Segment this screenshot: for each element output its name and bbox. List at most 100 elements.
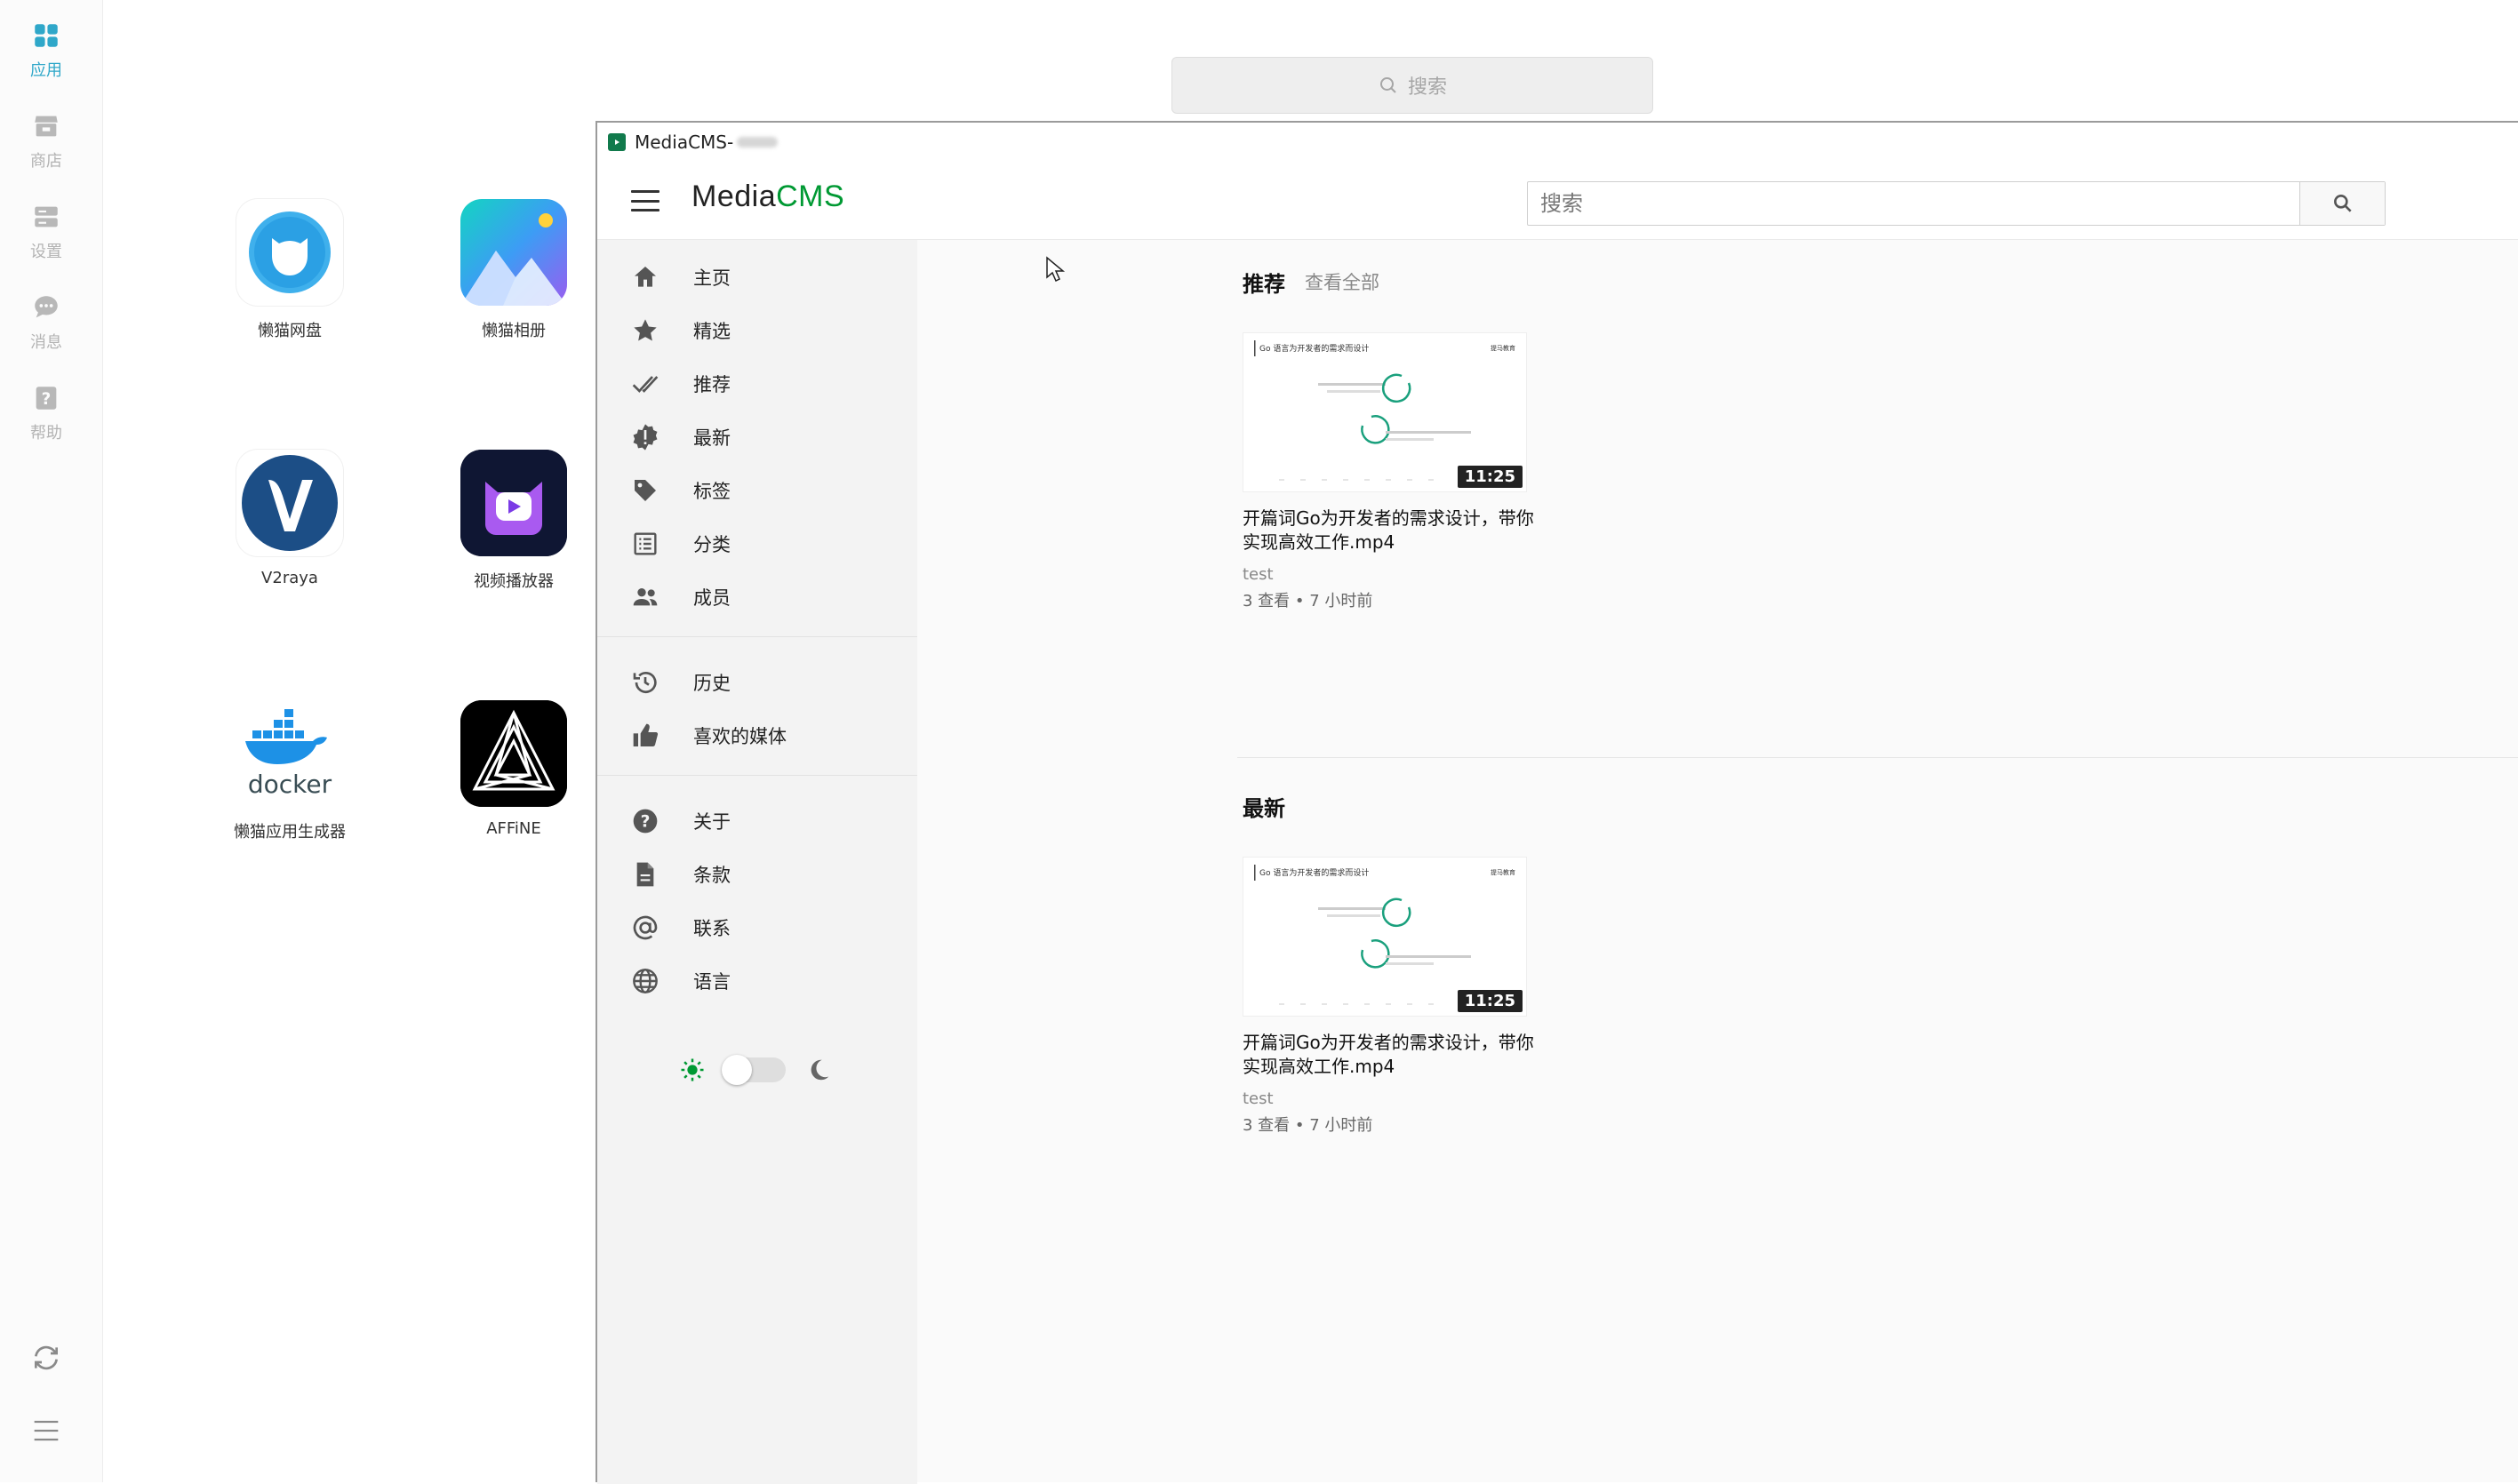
search-input[interactable] (1528, 182, 2298, 225)
people-icon (629, 581, 661, 613)
sidebar-item-label: 精选 (693, 321, 731, 342)
sidebar-item-tags[interactable]: 标签 (597, 466, 917, 515)
video-player-icon (460, 450, 567, 556)
video-title[interactable]: 开篇词Go为开发者的需求设计，带你实现高效工作.mp4 (1243, 1031, 1536, 1079)
video-title[interactable]: 开篇词Go为开发者的需求设计，带你实现高效工作.mp4 (1243, 507, 1536, 555)
sidebar-item-history[interactable]: 历史 (597, 658, 917, 707)
hamburger-line (631, 199, 659, 203)
globe-icon (629, 965, 661, 997)
search-icon (2333, 195, 2352, 212)
desktop-search-bar[interactable]: 搜索 (1171, 57, 1653, 114)
affine-icon (460, 700, 567, 807)
main-content: 推荐 查看全部 Go 语言为开发者的需求而设计 提马教育 11:25 开篇词Go… (917, 240, 2518, 1484)
menu-toggle-button[interactable] (628, 185, 663, 217)
rail-item-messages[interactable]: 消息 (0, 283, 92, 363)
app-label: 懒猫网盘 (258, 322, 322, 340)
question-icon: ? (629, 805, 661, 837)
sidebar-item-label: 分类 (693, 534, 731, 555)
sidebar-item-label: 联系 (693, 918, 731, 939)
sidebar-item-contact[interactable]: 联系 (597, 903, 917, 953)
svg-text:docker: docker (248, 770, 332, 799)
app-v2raya[interactable]: V2raya (201, 450, 379, 627)
sidebar-item-about[interactable]: ? 关于 (597, 796, 917, 846)
sidebar-item-latest[interactable]: 最新 (597, 412, 917, 462)
video-author[interactable]: test (1243, 1089, 1274, 1108)
sidebar-item-label: 最新 (693, 427, 731, 449)
sidebar-item-home[interactable]: 主页 (597, 252, 917, 302)
blurred-title-suffix (737, 137, 779, 148)
desktop-search-placeholder: 搜索 (1407, 76, 1447, 99)
mouse-cursor-icon (1046, 256, 1066, 283)
rail-item-settings[interactable]: 设置 (0, 192, 92, 272)
menu-button[interactable] (27, 1411, 66, 1450)
app-sidebar: 主页 精选 推荐 最新 标签 分类 成员 历史 喜欢的媒体 ? 关于 条款 联系… (597, 240, 917, 1484)
sidebar-item-label: 条款 (693, 865, 731, 886)
rail-label: 消息 (30, 333, 62, 352)
app-label: 视频播放器 (474, 572, 554, 591)
theme-switch (677, 1052, 846, 1088)
sidebar-item-language[interactable]: 语言 (597, 956, 917, 1006)
store-icon (35, 116, 58, 137)
desktop-sidebar: 应用 商店 设置 消息 ? 帮助 (0, 0, 103, 1482)
app-video-player[interactable]: 视频播放器 (425, 450, 603, 627)
sidebar-item-label: 标签 (693, 481, 731, 502)
sidebar-item-label: 主页 (693, 267, 731, 289)
app-lazycat-drive[interactable]: 懒猫网盘 (201, 199, 379, 377)
document-icon (629, 858, 661, 890)
v2raya-icon (236, 450, 343, 556)
sidebar-item-terms[interactable]: 条款 (597, 850, 917, 899)
rail-label: 应用 (30, 61, 62, 80)
window-title: MediaCMS- (635, 132, 734, 153)
search-button[interactable] (2299, 182, 2385, 225)
sidebar-item-liked-media[interactable]: 喜欢的媒体 (597, 711, 917, 761)
hamburger-line (631, 209, 659, 211)
double-check-icon (629, 368, 661, 400)
sidebar-item-members[interactable]: 成员 (597, 572, 917, 622)
rail-item-help[interactable]: ? 帮助 (0, 373, 92, 453)
video-thumbnail[interactable]: Go 语言为开发者的需求而设计 提马教育 11:25 (1243, 857, 1527, 1017)
refresh-button[interactable] (27, 1338, 66, 1377)
sidebar-item-label: 语言 (693, 971, 731, 993)
app-lazycat-app-builder[interactable]: docker 懒猫应用生成器 (201, 700, 379, 878)
rail-item-apps[interactable]: 应用 (0, 11, 92, 91)
sidebar-item-categories[interactable]: 分类 (597, 519, 917, 569)
list-icon (629, 528, 661, 560)
mediacms-logo[interactable]: MediaCMS (691, 180, 844, 214)
mediacms-app-icon (608, 133, 626, 151)
rail-label: 设置 (30, 243, 62, 261)
app-label: 懒猫应用生成器 (234, 823, 346, 842)
rail-label: 商店 (30, 152, 62, 171)
view-all-link[interactable]: 查看全部 (1305, 268, 1379, 295)
logo-cms-text: CMS (776, 180, 845, 213)
app-label: AFFiNE (486, 819, 541, 838)
sidebar-divider (597, 1020, 917, 1021)
history-icon (629, 666, 661, 698)
sidebar-item-label: 喜欢的媒体 (693, 726, 787, 747)
video-card[interactable]: Go 语言为开发者的需求而设计 提马教育 11:25 开篇词Go为开发者的需求设… (1243, 332, 1534, 617)
video-card[interactable]: Go 语言为开发者的需求而设计 提马教育 11:25 开篇词Go为开发者的需求设… (1243, 857, 1534, 1141)
sidebar-divider (597, 636, 917, 637)
rail-label: 帮助 (30, 424, 62, 443)
toggle-knob (722, 1055, 752, 1085)
sidebar-item-recommended[interactable]: 推荐 (597, 359, 917, 409)
thumb-heading: Go 语言为开发者的需求而设计 (1259, 343, 1369, 354)
thumb-corner-text: 提马教育 (1491, 868, 1515, 876)
video-duration: 11:25 (1457, 990, 1523, 1012)
video-author[interactable]: test (1243, 565, 1274, 584)
chat-icon (35, 296, 58, 318)
window-titlebar[interactable]: MediaCMS- (597, 123, 2518, 162)
logo-media-text: Media (691, 180, 777, 213)
rail-item-store[interactable]: 商店 (0, 101, 92, 181)
app-header: MediaCMS (597, 162, 2518, 240)
sidebar-item-featured[interactable]: 精选 (597, 306, 917, 355)
sidebar-item-label: 关于 (693, 811, 731, 833)
video-thumbnail[interactable]: Go 语言为开发者的需求而设计 提马教育 11:25 (1243, 332, 1527, 492)
video-meta: 3 查看 • 7 小时前 (1243, 1116, 1373, 1135)
sidebar-item-label: 成员 (693, 587, 731, 609)
app-affine[interactable]: AFFiNE (425, 700, 603, 878)
svg-text:?: ? (42, 390, 52, 409)
tag-icon (629, 475, 661, 507)
app-lazycat-photos[interactable]: 懒猫相册 (425, 199, 603, 377)
sidebar-divider (597, 775, 917, 776)
theme-toggle[interactable] (722, 1055, 786, 1085)
